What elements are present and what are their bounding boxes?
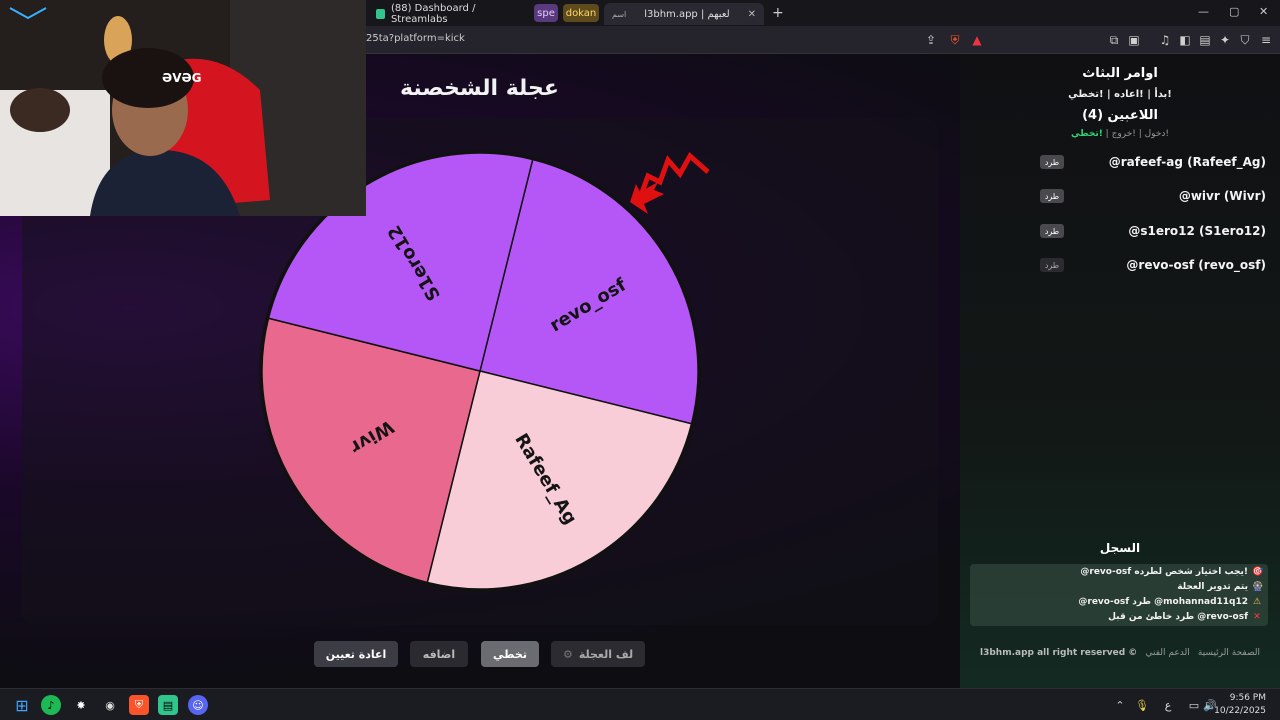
tab-prefix: اسم	[612, 9, 627, 19]
reset-button[interactable]: اعادة تعيين	[314, 641, 398, 667]
wallet-icon[interactable]: ▤	[1198, 33, 1212, 47]
footer-home-link[interactable]: الصفحة الرئيسية	[1198, 648, 1260, 658]
tabs-icon[interactable]: ▣	[1127, 33, 1141, 47]
page-title: عجلة الشخصنة	[400, 76, 559, 101]
log-text: @revo-osf يجب اختيار شخص لطرده!	[1080, 566, 1248, 577]
warning-icon: ⚠	[1252, 596, 1262, 607]
log-entry: طرد خاطئ من قبل @revo-osf ✕	[970, 609, 1268, 624]
spotify-icon[interactable]: ♪	[41, 695, 61, 715]
media-icon[interactable]: ♫	[1158, 33, 1172, 47]
footer-support-link[interactable]: الدعم الفني	[1145, 648, 1189, 658]
player-name: @revo-osf (revo_osf)	[1126, 258, 1266, 272]
target-icon: 🎯	[1252, 566, 1264, 577]
players-commands: !دخول | !خروج | !تخطي	[1070, 129, 1170, 139]
steelseries-icon[interactable]: ✸	[71, 695, 91, 715]
windows-start-icon[interactable]: ⊞	[12, 695, 32, 715]
kick-button[interactable]: طرد	[1040, 258, 1064, 272]
menu-icon[interactable]: ≡	[1259, 33, 1273, 47]
log-entry: @revo-osf طرد @mohannad11q12 ⚠	[970, 594, 1268, 609]
share-icon[interactable]: ⇪	[924, 33, 938, 47]
log-text: طرد خاطئ من قبل @revo-osf	[1108, 611, 1248, 622]
players-title: اللاعبين (4)	[1082, 108, 1158, 123]
player-row: طرد @s1ero12 (S1ero12)	[1040, 221, 1266, 241]
add-button[interactable]: اضافه	[410, 641, 468, 667]
log-box[interactable]: @revo-osf يجب اختيار شخص لطرده! 🎯 يتم تد…	[970, 564, 1268, 626]
commands-list: !بدأ | !اعاده | !تخطي	[1068, 89, 1172, 100]
footer: الصفحة الرئيسية الدعم الفني l3bhm.app al…	[980, 648, 1260, 658]
tab-label: dokan	[565, 7, 597, 19]
kick-button[interactable]: طرد	[1040, 224, 1064, 238]
wheel-pointer-icon	[630, 152, 710, 214]
obs-icon[interactable]: ◉	[100, 695, 120, 715]
streamlabs-taskbar-icon[interactable]: ▤	[158, 695, 178, 715]
cross-icon: ✕	[1253, 611, 1261, 622]
vpn-icon[interactable]: ⛉	[1238, 33, 1252, 47]
clock-date[interactable]: 10/22/2025	[1214, 706, 1266, 716]
brave-rewards-icon[interactable]: ▲	[970, 33, 984, 47]
tab-streamlabs[interactable]: (88) Dashboard / Streamlabs	[368, 3, 528, 25]
maximize-button[interactable]: ▢	[1229, 5, 1239, 18]
webcam-image: ƏVƏG	[0, 0, 366, 216]
taskbar: ⊞ ♪ ✸ ◉ ⛨ ▤ ☺ ⌃ 🎙 ع ▭ 🔊 9:56 PM 10/22/20…	[0, 688, 1280, 720]
right-panel: اوامر البثاث !بدأ | !اعاده | !تخطي اللاع…	[960, 54, 1280, 688]
log-text: @revo-osf طرد @mohannad11q12	[1078, 596, 1248, 607]
minimize-button[interactable]: —	[1198, 5, 1209, 18]
footer-copyright: l3bhm.app all right reserved ©	[980, 648, 1138, 658]
kick-button[interactable]: طرد	[1040, 155, 1064, 169]
tab-label: l3bhm.app | لعبهم	[644, 8, 730, 20]
streamlabs-icon	[376, 9, 385, 19]
new-tab-button[interactable]: +	[772, 5, 784, 21]
skip-command: !تخطي	[1070, 129, 1103, 139]
webcam-overlay: ƏVƏG	[0, 0, 366, 216]
leo-ai-icon[interactable]: ✦	[1218, 33, 1232, 47]
close-window-button[interactable]: ✕	[1259, 5, 1268, 18]
clock-time[interactable]: 9:56 PM	[1230, 693, 1266, 703]
join-command: !دخول	[1144, 129, 1170, 139]
player-name: @wivr (Wivr)	[1178, 189, 1266, 203]
sidebar-icon[interactable]: ◧	[1178, 33, 1192, 47]
tab-spe[interactable]: spe	[534, 4, 558, 22]
svg-text:ƏVƏG: ƏVƏG	[162, 71, 202, 85]
player-row: طرد @wivr (Wivr)	[1040, 186, 1266, 206]
tab-l3bhm[interactable]: اسم l3bhm.app | لعبهم ✕	[604, 3, 764, 25]
skip-button[interactable]: تخطي	[481, 641, 539, 667]
gear-icon: ⚙	[562, 647, 573, 661]
chevron-up-icon[interactable]: ⌃	[1110, 695, 1130, 715]
wheel-icon: 🎡	[1252, 581, 1264, 592]
tab-dokan[interactable]: dokan	[563, 4, 599, 22]
leave-command: !خروج	[1111, 129, 1136, 139]
player-row: طرد @rafeef-ag (Rafeef_Ag)	[1040, 152, 1266, 172]
extensions-icon[interactable]: ⧉	[1107, 33, 1121, 47]
kick-button[interactable]: طرد	[1040, 189, 1064, 203]
language-indicator[interactable]: ع	[1158, 695, 1178, 715]
commands-title: اوامر البثاث	[1082, 66, 1158, 81]
player-name: @rafeef-ag (Rafeef_Ag)	[1108, 155, 1266, 169]
tab-label: (88) Dashboard / Streamlabs	[390, 3, 476, 25]
brave-icon[interactable]: ⛨	[129, 695, 149, 715]
log-entry: @revo-osf يجب اختيار شخص لطرده! 🎯	[970, 564, 1268, 579]
log-title: السجل	[1099, 541, 1141, 555]
spin-label: لف العجلة	[578, 647, 634, 661]
player-name: @s1ero12 (S1ero12)	[1128, 224, 1266, 238]
player-row: طرد @revo-osf (revo_osf)	[1040, 255, 1266, 275]
close-tab-icon[interactable]: ✕	[748, 9, 756, 20]
log-text: يتم تدوير العجلة	[1177, 581, 1248, 592]
tab-label: spe	[537, 7, 555, 19]
microphone-icon[interactable]: 🎙	[1132, 695, 1152, 715]
spin-button[interactable]: لف العجلة ⚙	[551, 641, 645, 667]
log-entry: يتم تدوير العجلة 🎡	[970, 579, 1268, 594]
brave-shield-icon[interactable]: ⛨	[948, 33, 962, 47]
url-text[interactable]: 25ta?platform=kick	[366, 33, 465, 44]
discord-icon[interactable]: ☺	[188, 695, 208, 715]
